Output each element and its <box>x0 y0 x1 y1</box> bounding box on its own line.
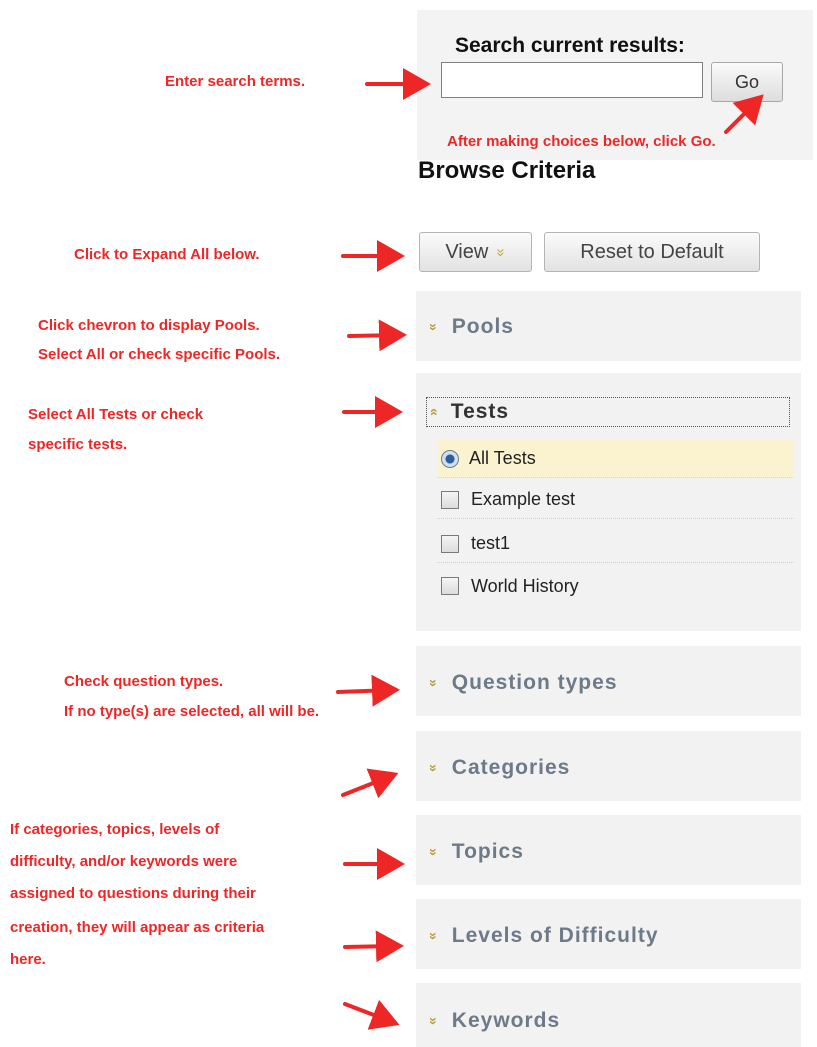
search-title: Search current results: <box>455 34 685 57</box>
expand-chevron-icon[interactable]: » <box>426 679 442 687</box>
collapse-chevron-icon[interactable]: « <box>427 408 443 416</box>
annotation-tests-2: specific tests. <box>28 436 128 453</box>
list-item[interactable]: All Tests <box>437 440 794 478</box>
expand-chevron-icon[interactable]: » <box>426 848 442 856</box>
pools-panel: » Pools <box>416 291 801 361</box>
annotation-tests-1: Select All Tests or check <box>28 406 204 423</box>
list-item[interactable]: Example test <box>437 481 794 519</box>
tests-panel: « Tests All Tests Example test test1 Wor… <box>416 373 801 631</box>
list-item[interactable]: World History <box>437 567 794 605</box>
checkbox[interactable] <box>441 577 459 595</box>
annotation-pools-2: Select All or check specific Pools. <box>38 346 281 363</box>
option-label: Example test <box>471 489 576 509</box>
arrow <box>343 999 400 1030</box>
annotation-qtypes-1: Check question types. <box>64 673 224 690</box>
checkbox[interactable] <box>441 534 459 553</box>
topics-label: Topics <box>451 840 524 863</box>
keywords-label: Keywords <box>451 1009 561 1032</box>
annotation-pools-1: Click chevron to display Pools. <box>38 317 260 334</box>
pools-header[interactable]: » Pools <box>426 315 514 339</box>
keywords-header[interactable]: » Keywords <box>426 1009 561 1033</box>
annotation-expand: Click to Expand All below. <box>74 246 260 263</box>
view-button[interactable]: View » <box>419 232 532 272</box>
browse-criteria-title: Browse Criteria <box>418 157 596 184</box>
question-types-header[interactable]: » Question types <box>426 671 618 695</box>
expand-chevron-icon[interactable]: » <box>426 932 442 940</box>
pools-label: Pools <box>451 315 514 338</box>
topics-header[interactable]: » Topics <box>426 840 524 864</box>
expand-chevron-icon[interactable]: » <box>426 323 442 331</box>
levels-header[interactable]: » Levels of Difficulty <box>426 924 659 948</box>
question-types-label: Question types <box>451 671 618 694</box>
tests-header[interactable]: « Tests <box>426 397 790 427</box>
list-item[interactable]: test1 <box>437 525 794 563</box>
keywords-panel: » Keywords <box>416 983 801 1047</box>
radio-button[interactable] <box>441 449 459 468</box>
levels-of-difficulty-panel: » Levels of Difficulty <box>416 899 801 969</box>
annotation-criteria-4: creation, they will appear as criteria <box>10 919 265 936</box>
checkbox[interactable] <box>441 490 459 509</box>
annotation-search: Enter search terms. <box>165 73 306 90</box>
question-types-panel: » Question types <box>416 646 801 716</box>
arrow <box>341 768 399 799</box>
view-label: View <box>445 240 489 263</box>
annotation-criteria-2: difficulty, and/or keywords were <box>10 853 238 870</box>
annotation-criteria-3: assigned to questions during their <box>10 885 256 902</box>
tests-label: Tests <box>450 400 510 423</box>
reset-to-default-button[interactable]: Reset to Default <box>544 232 760 272</box>
categories-panel: » Categories <box>416 731 801 801</box>
categories-label: Categories <box>451 756 571 779</box>
arrow <box>343 930 404 963</box>
annotation-criteria-5: here. <box>10 951 46 968</box>
option-label: All Tests <box>469 448 536 468</box>
categories-header[interactable]: » Categories <box>426 756 571 780</box>
option-label: test1 <box>471 533 511 553</box>
levels-label: Levels of Difficulty <box>451 924 659 947</box>
chevron-down-icon: » <box>493 247 510 257</box>
expand-chevron-icon[interactable]: » <box>426 1017 442 1025</box>
search-input[interactable] <box>441 62 703 98</box>
annotation-qtypes-2: If no type(s) are selected, all will be. <box>64 703 320 720</box>
topics-panel: » Topics <box>416 815 801 885</box>
arrow <box>336 674 400 707</box>
arrow <box>347 319 407 352</box>
expand-chevron-icon[interactable]: » <box>426 764 442 772</box>
go-button[interactable]: Go <box>711 62 783 102</box>
annotation-go: After making choices below, click Go. <box>447 133 716 150</box>
option-label: World History <box>471 575 579 596</box>
annotation-criteria-1: If categories, topics, levels of <box>10 821 220 838</box>
